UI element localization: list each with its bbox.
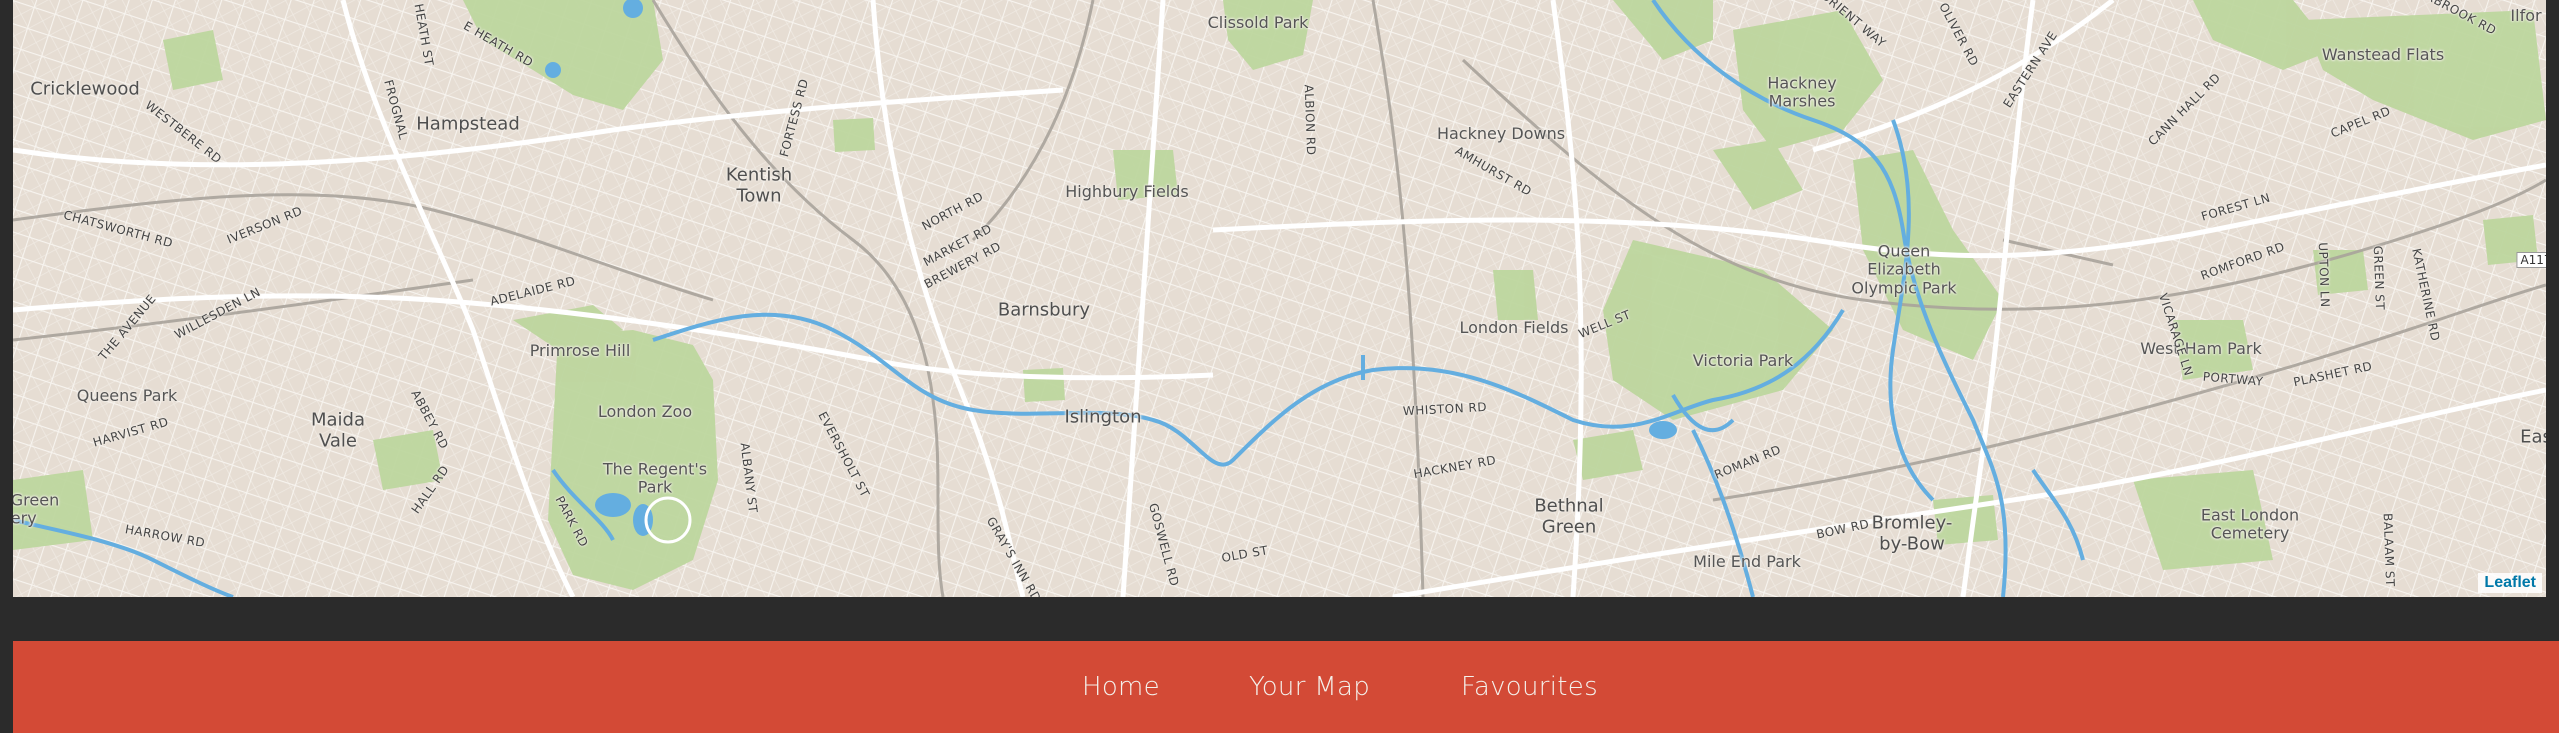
map-footer-gap [0,597,2559,641]
place-label: Wanstead Flats [2321,44,2445,64]
nav-home-link[interactable]: Home [1082,672,1160,702]
bottom-nav-bar: Home Your Map Favourites [13,641,2559,733]
nav-favourites-link[interactable]: Favourites [1461,672,1598,702]
place-label: Ilfor [2510,5,2542,25]
place-label: Hackney Marshes [1767,73,1837,111]
road-label: BALAAM ST [2380,512,2398,588]
place-label: Bethnal Green [1534,495,1604,537]
place-label: The Regent's Park [602,459,708,497]
place-label: Clissold Park [1207,12,1309,32]
road-label: GREEN ST [2370,245,2388,311]
place-label: Kentish Town [725,164,793,206]
map-view[interactable]: Cricklewood Hampstead Kentish Town Cliss… [13,0,2546,597]
place-label: Maida Vale [310,409,366,451]
place-label: Islington [1064,406,1142,428]
leaflet-attribution-link[interactable]: Leaflet [2478,573,2542,593]
place-label: Mile End Park [1693,551,1801,571]
place-label: East London Cemetery [2200,505,2300,543]
place-label: Primrose Hill [529,340,631,360]
road-label: UPTON LN [2315,242,2333,308]
place-label: Hackney Downs [1436,123,1566,143]
place-label: London Fields [1459,317,1569,337]
place-label: Barnsbury [997,299,1091,321]
place-label: Bromley- by-Bow [1871,512,1953,554]
place-label: Queens Park [76,385,178,405]
place-label: London Zoo [597,401,693,421]
place-label: West Ham Park [2140,338,2262,358]
place-label: Queen Elizabeth Olympic Park [1851,241,1957,298]
nav-your-map-link[interactable]: Your Map [1249,672,1370,702]
place-label: Highbury Fields [1065,181,1189,201]
road-shield: A117 [2516,252,2546,268]
place-label: Green ery [13,490,60,528]
road-label: ALBION RD [1301,84,1319,156]
place-label: Cricklewood [30,78,140,100]
place-label: Hampstead [416,113,520,135]
place-label: Victoria Park [1692,350,1794,370]
place-label: Eas [2520,426,2546,448]
